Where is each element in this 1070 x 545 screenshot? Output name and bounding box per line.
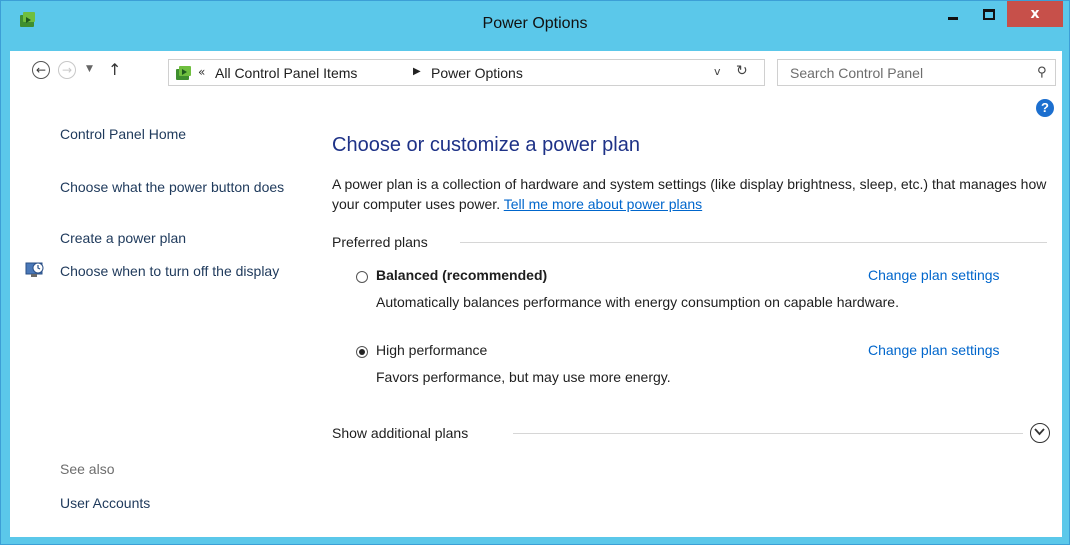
forward-button[interactable]: → [58,61,76,79]
sidebar-link-create-power-plan[interactable]: Create a power plan [60,228,186,248]
search-input[interactable]: Search Control Panel [790,65,923,81]
control-panel-icon [176,66,191,80]
window: Power Options x ← → ▼ ↑ « All Control Pa… [0,0,1070,545]
close-button[interactable]: x [1007,1,1063,27]
plan-name-high-performance[interactable]: High performance [376,342,487,358]
show-additional-plans[interactable]: Show additional plans [332,425,468,441]
radio-balanced[interactable] [356,271,368,283]
back-arrow-icon: ← [35,63,47,77]
sidebar-link-user-accounts[interactable]: User Accounts [60,493,150,513]
divider [460,242,1047,243]
up-button[interactable]: ↑ [108,60,121,79]
search-icon[interactable]: ⚲ [1037,65,1047,80]
chevron-down-icon [1034,428,1045,436]
navigation-bar: ← → ▼ ↑ « All Control Panel Items ▶ Powe… [10,51,1062,89]
breadcrumb-separator-icon[interactable]: ▶ [413,66,421,77]
maximize-icon [983,8,995,20]
window-title: Power Options [482,15,588,32]
divider [513,433,1023,434]
close-icon: x [1030,6,1040,22]
sidebar-link-control-panel-home[interactable]: Control Panel Home [60,124,186,144]
change-plan-settings-balanced[interactable]: Change plan settings [868,267,1000,283]
address-dropdown-icon[interactable]: v [714,65,721,78]
chevron-down-circle-icon[interactable] [1030,423,1050,443]
address-overflow-chevron[interactable]: « [198,65,205,79]
back-button[interactable]: ← [32,61,50,79]
sidebar-link-power-button[interactable]: Choose what the power button does [60,177,310,197]
minimize-button[interactable] [935,1,971,27]
change-plan-settings-high-performance[interactable]: Change plan settings [868,342,1000,358]
clock-monitor-icon [25,262,44,277]
help-icon[interactable]: ? [1036,99,1054,117]
maximize-button[interactable] [971,1,1007,27]
sidebar-link-turn-off-display[interactable]: Choose when to turn off the display [60,261,300,281]
recent-locations-dropdown[interactable]: ▼ [86,64,93,74]
plan-description-balanced: Automatically balances performance with … [376,294,899,310]
plan-description-high-performance: Favors performance, but may use more ene… [376,369,671,385]
address-bar[interactable]: « All Control Panel Items ▶ Power Option… [168,59,765,86]
page-description: A power plan is a collection of hardware… [332,174,1052,214]
forward-arrow-icon: → [61,63,73,77]
radio-selected-dot [359,349,365,355]
content-area: ? Control Panel Home Choose what the pow… [10,89,1062,537]
title-bar[interactable]: Power Options x [1,1,1069,51]
radio-high-performance[interactable] [356,346,368,358]
plan-name-balanced[interactable]: Balanced (recommended) [376,267,547,283]
page-title: Choose or customize a power plan [332,134,640,156]
preferred-plans-heading: Preferred plans [332,234,428,250]
breadcrumb-power-options[interactable]: Power Options [431,65,523,81]
see-also-label: See also [60,461,115,477]
breadcrumb-all-control-panel-items[interactable]: All Control Panel Items [215,65,357,81]
minimize-icon [948,16,958,20]
refresh-icon[interactable]: ↻ [736,63,748,79]
search-box[interactable]: Search Control Panel ⚲ [777,59,1056,86]
tell-me-more-link[interactable]: Tell me more about power plans [504,196,702,212]
